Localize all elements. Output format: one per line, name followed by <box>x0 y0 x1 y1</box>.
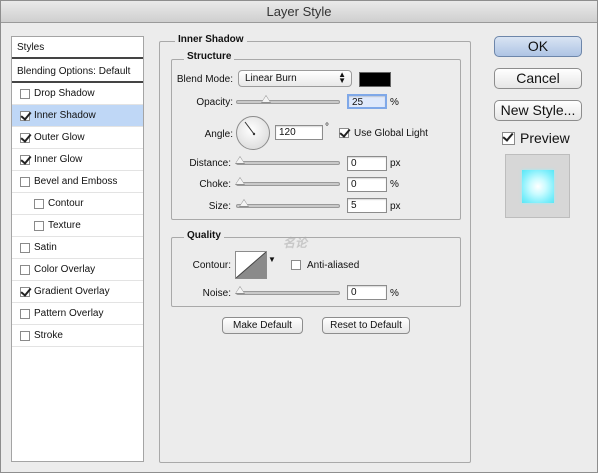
size-label: Size: <box>208 201 231 212</box>
blend-mode-label: Blend Mode: <box>176 74 233 85</box>
style-item-label: Texture <box>48 220 81 231</box>
preview-label: Preview <box>520 130 570 146</box>
style-item-bevel-and-emboss[interactable]: Bevel and Emboss <box>12 171 143 193</box>
distance-unit: px <box>390 158 401 169</box>
texture-checkbox[interactable] <box>34 220 44 231</box>
contour-dropdown-arrow-icon[interactable]: ▼ <box>268 255 276 264</box>
style-item-label: Bevel and Emboss <box>34 176 118 187</box>
preview-checkbox[interactable] <box>502 132 515 145</box>
style-item-outer-glow[interactable]: Outer Glow <box>12 127 143 149</box>
opacity-label: Opacity: <box>196 97 233 108</box>
contour-checkbox[interactable] <box>34 198 44 209</box>
new-style-button[interactable]: New Style... <box>494 100 582 121</box>
styles-list: Styles Blending Options: Default Drop Sha… <box>11 36 144 462</box>
choke-input[interactable]: 0 <box>347 177 387 192</box>
size-unit: px <box>390 201 401 212</box>
style-item-satin[interactable]: Satin <box>12 237 143 259</box>
use-global-light-checkbox[interactable] <box>339 128 349 138</box>
contour-picker[interactable] <box>235 251 267 279</box>
angle-label: Angle: <box>204 129 233 140</box>
opacity-unit: % <box>390 97 399 108</box>
opacity-input[interactable]: 25 <box>347 94 387 109</box>
choke-label: Choke: <box>199 179 231 190</box>
use-global-light-label: Use Global Light <box>354 128 428 139</box>
inner-shadow-checkbox[interactable] <box>20 110 30 121</box>
outer-glow-checkbox[interactable] <box>20 132 30 143</box>
noise-slider-thumb[interactable] <box>235 286 245 294</box>
ok-button[interactable]: OK <box>494 36 582 57</box>
bevel-and-emboss-checkbox[interactable] <box>20 176 30 187</box>
style-item-label: Gradient Overlay <box>34 286 110 297</box>
style-item-label: Drop Shadow <box>34 88 95 99</box>
preview-thumbnail <box>505 154 570 218</box>
size-slider[interactable] <box>236 204 340 208</box>
quality-title: Quality <box>184 230 224 241</box>
size-slider-thumb[interactable] <box>239 199 249 207</box>
shadow-color-swatch[interactable] <box>359 72 391 87</box>
style-item-label: Color Overlay <box>34 264 96 275</box>
blend-mode-value: Linear Burn <box>245 73 297 84</box>
gradient-overlay-checkbox[interactable] <box>20 286 30 297</box>
drop-shadow-checkbox[interactable] <box>20 88 30 99</box>
style-item-label: Blending Options: Default <box>17 65 131 77</box>
style-item-inner-glow[interactable]: Inner Glow <box>12 149 143 171</box>
style-item-label: Satin <box>34 242 57 253</box>
style-item-label: Contour <box>48 198 84 209</box>
style-item-label: Outer Glow <box>34 132 85 143</box>
reset-to-default-button[interactable]: Reset to Default <box>322 317 410 334</box>
angle-input[interactable]: 120 <box>275 125 323 140</box>
select-arrows-icon: ▲ ▼ <box>338 70 346 85</box>
cancel-button[interactable]: Cancel <box>494 68 582 89</box>
style-item-contour[interactable]: Contour <box>12 193 143 215</box>
make-default-button[interactable]: Make Default <box>222 317 303 334</box>
style-item-pattern-overlay[interactable]: Pattern Overlay <box>12 303 143 325</box>
pattern-overlay-checkbox[interactable] <box>20 308 30 319</box>
angle-dial[interactable] <box>236 116 270 150</box>
angle-unit: ° <box>325 122 329 133</box>
anti-aliased-checkbox[interactable] <box>291 260 301 270</box>
style-item-inner-shadow[interactable]: Inner Shadow <box>12 105 143 127</box>
style-item-label: Stroke <box>34 330 63 341</box>
choke-unit: % <box>390 179 399 190</box>
size-input[interactable]: 5 <box>347 198 387 213</box>
style-item-blending-options-default[interactable]: Blending Options: Default <box>12 61 143 83</box>
noise-label: Noise: <box>202 288 231 299</box>
styles-list-header[interactable]: Styles <box>12 37 143 59</box>
style-item-drop-shadow[interactable]: Drop Shadow <box>12 83 143 105</box>
layer-style-dialog: Layer Style Styles Blending Options: Def… <box>0 0 598 473</box>
noise-slider[interactable] <box>236 291 340 295</box>
distance-input[interactable]: 0 <box>347 156 387 171</box>
blend-mode-select[interactable]: Linear Burn ▲ ▼ <box>238 70 352 87</box>
contour-curve-icon <box>235 251 267 279</box>
distance-slider-thumb[interactable] <box>235 156 245 164</box>
preview-swatch <box>522 170 554 203</box>
stroke-checkbox[interactable] <box>20 330 30 341</box>
color-overlay-checkbox[interactable] <box>20 264 30 275</box>
style-item-texture[interactable]: Texture <box>12 215 143 237</box>
satin-checkbox[interactable] <box>20 242 30 253</box>
inner-shadow-title: Inner Shadow <box>175 34 247 45</box>
choke-slider[interactable] <box>236 182 340 186</box>
style-item-label: Inner Glow <box>34 154 83 165</box>
distance-slider[interactable] <box>236 161 340 165</box>
window-title: Layer Style <box>1 1 597 23</box>
opacity-slider[interactable] <box>236 100 340 104</box>
style-item-color-overlay[interactable]: Color Overlay <box>12 259 143 281</box>
anti-aliased-label: Anti-aliased <box>307 260 360 271</box>
styles-header-label: Styles <box>17 41 45 53</box>
style-item-stroke[interactable]: Stroke <box>12 325 143 347</box>
contour-label: Contour: <box>192 260 231 271</box>
noise-input[interactable]: 0 <box>347 285 387 300</box>
inner-glow-checkbox[interactable] <box>20 154 30 165</box>
structure-title: Structure <box>184 51 235 62</box>
angle-needle-icon <box>244 121 256 136</box>
style-item-label: Pattern Overlay <box>34 308 104 319</box>
choke-slider-thumb[interactable] <box>235 177 245 185</box>
style-item-label: Inner Shadow <box>34 110 96 121</box>
distance-label: Distance: <box>189 158 231 169</box>
style-item-gradient-overlay[interactable]: Gradient Overlay <box>12 281 143 303</box>
opacity-slider-thumb[interactable] <box>261 95 271 103</box>
noise-unit: % <box>390 288 399 299</box>
